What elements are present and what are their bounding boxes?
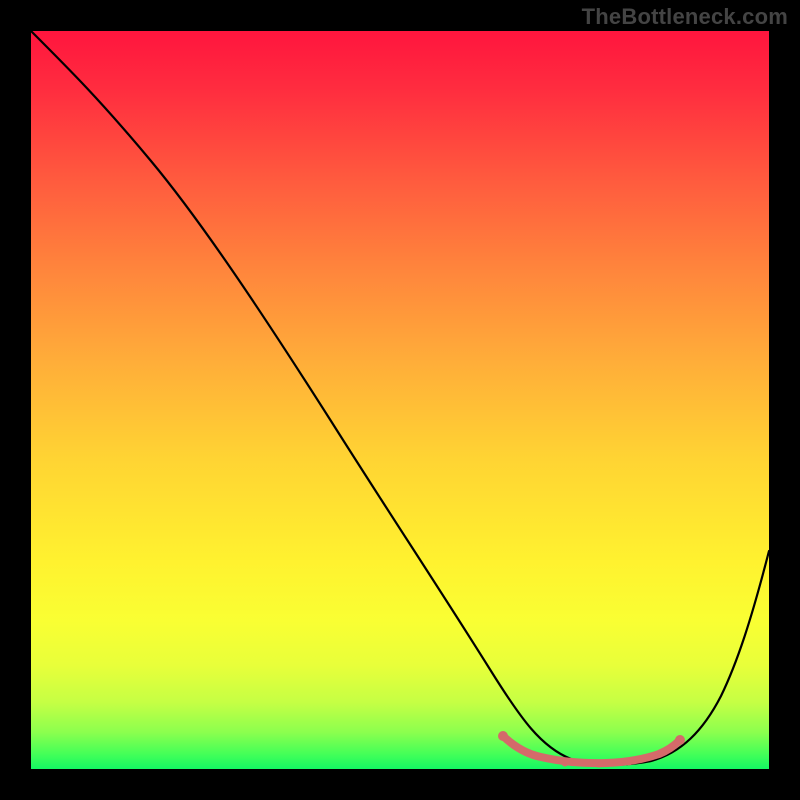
optimal-region-end-dot (675, 735, 685, 745)
curve-svg (31, 31, 769, 769)
plot-area (31, 31, 769, 769)
optimal-region-mid-dot-1 (562, 760, 569, 767)
optimal-region-mid-dot-2 (596, 761, 603, 768)
optimal-region-marker (503, 736, 679, 763)
bottleneck-curve (31, 31, 769, 765)
optimal-region-start-dot (498, 731, 508, 741)
watermark-label: TheBottleneck.com (582, 4, 788, 30)
optimal-region-mid-dot-3 (626, 759, 633, 766)
chart-frame: TheBottleneck.com (0, 0, 800, 800)
